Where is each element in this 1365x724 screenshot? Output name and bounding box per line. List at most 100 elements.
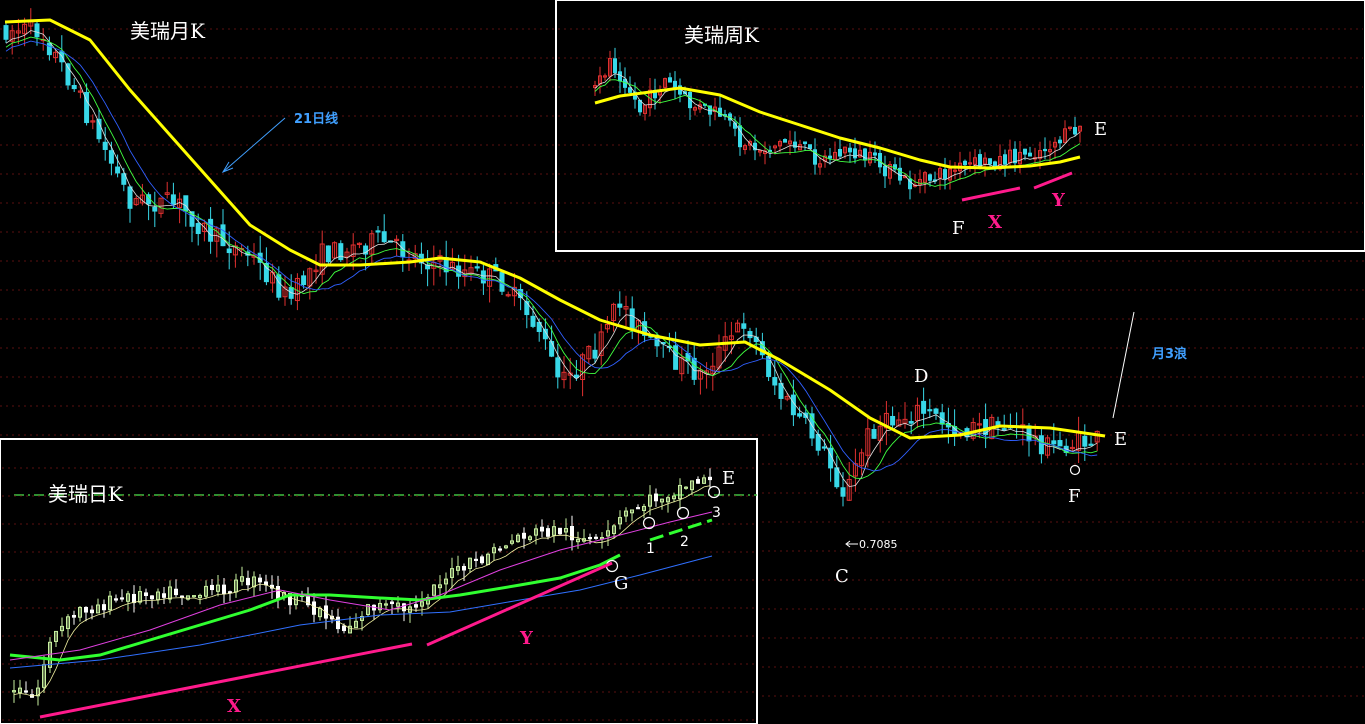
weekly-title: 美瑞周K: [684, 23, 760, 47]
weekly-candle-body: [943, 169, 947, 179]
daily-candle-body: [498, 548, 502, 551]
weekly-candle-body: [1073, 127, 1077, 135]
daily-candle-body: [114, 598, 118, 601]
weekly-candle-body: [978, 154, 982, 168]
monthly-candle-body: [908, 421, 914, 424]
daily-candle-body: [402, 603, 406, 612]
monthly-candle-body: [375, 230, 381, 233]
monthly-candle-body: [592, 349, 598, 359]
monthly-candle-body: [927, 409, 933, 412]
monthly-point-f-marker: [1069, 464, 1081, 476]
monthly-candle-body: [834, 467, 840, 488]
monthly-candle-body: [524, 301, 530, 316]
weekly-panel-frame: [555, 0, 1365, 252]
daily-candle-body: [654, 493, 658, 502]
daily-wave-x: X: [227, 696, 241, 717]
daily-candle-body: [174, 588, 178, 596]
monthly-candle-body: [108, 150, 114, 164]
low-price-label: 0.7085: [859, 538, 898, 551]
daily-label-2: 2: [680, 534, 689, 550]
chart-stage: 美瑞月K 21日线 月3浪 D E F C 0.7085 美瑞周K E F X …: [0, 0, 1365, 724]
monthly-candle-body: [170, 194, 176, 205]
weekly-wave-x: X: [988, 212, 1002, 233]
daily-point-e: E: [722, 468, 735, 489]
daily-candle-body: [558, 527, 562, 535]
monthly-candle-body: [102, 141, 108, 150]
daily-wave-y: Y: [519, 628, 534, 649]
monthly-candle-body: [325, 245, 331, 263]
monthly-title: 美瑞月K: [130, 19, 206, 43]
daily-candle-body: [24, 690, 28, 693]
daily-candle-body: [72, 614, 76, 618]
daily-candle-body: [696, 478, 700, 484]
monthly-candle-body: [276, 274, 282, 298]
monthly-candle-body: [821, 446, 827, 449]
monthly-candle-body: [747, 331, 753, 339]
monthly-candle-body: [301, 275, 307, 286]
monthly-candle-body: [772, 377, 778, 386]
daily-candle-body: [246, 577, 250, 586]
monthly-candle-body: [871, 429, 877, 439]
weekly-candle-body: [628, 87, 632, 93]
monthly-candle-body: [226, 248, 232, 254]
weekly-candle-body: [873, 152, 877, 156]
weekly-candle-body: [1058, 139, 1062, 144]
weekly-candle-body: [848, 147, 852, 153]
daily-candle-body: [414, 604, 418, 608]
daily-candle-body: [570, 525, 574, 541]
daily-candle-body: [462, 565, 466, 571]
weekly-wave-y: Y: [1051, 190, 1066, 211]
weekly-candle-body: [1013, 148, 1017, 164]
daily-candle-body: [342, 625, 346, 632]
monthly-candle-body: [474, 266, 480, 269]
wave3-pointer-line: [1112, 311, 1135, 419]
daily-candle-body: [144, 592, 148, 596]
ma21-label: 21日线: [294, 111, 338, 127]
monthly-candle-body: [933, 408, 939, 414]
monthly-candle-body: [127, 186, 133, 209]
monthly-candle-body: [629, 308, 635, 329]
daily-candle-body: [228, 591, 232, 594]
monthly-candle-body: [530, 315, 536, 327]
daily-candle-body: [588, 536, 592, 540]
daily-candle-body: [180, 595, 184, 598]
monthly-candle-body: [152, 206, 158, 212]
monthly-candle-body: [555, 357, 561, 378]
weekly-point-e: E: [1094, 119, 1107, 140]
monthly-candle-body: [338, 243, 344, 261]
weekly-candle-body: [808, 144, 812, 150]
weekly-candle-body: [838, 149, 842, 157]
weekly-candle-body: [1003, 154, 1007, 165]
daily-candle-body: [546, 528, 550, 537]
monthly-candle-body: [573, 374, 579, 379]
monthly-candle-body: [1082, 435, 1088, 447]
daily-label-1: 1: [646, 541, 655, 557]
weekly-candle-body: [668, 77, 672, 83]
ma21-pointer-arrow: [222, 117, 286, 173]
daily-label-3: 3: [712, 505, 721, 521]
daily-candle-body: [480, 556, 484, 564]
weekly-candle-body: [883, 165, 887, 177]
daily-candle-body: [540, 526, 544, 532]
daily-candle-body: [162, 593, 166, 598]
daily-candle-body: [264, 581, 268, 586]
monthly-candle-body: [480, 270, 486, 284]
monthly-candle-body: [741, 323, 747, 329]
weekly-point-f: F: [952, 218, 965, 239]
daily-candle-body: [84, 606, 88, 613]
monthly-candle-body: [1001, 428, 1007, 431]
monthly-candle-body: [71, 85, 77, 90]
monthly-candle-body: [220, 224, 226, 247]
daily-point-g: G: [614, 573, 628, 594]
daily-candle-body: [312, 601, 316, 615]
monthly-candle-body: [549, 341, 555, 357]
weekly-candle-body: [803, 141, 807, 145]
daily-candle-body: [120, 597, 124, 600]
weekly-chart-inset: [555, 0, 1365, 252]
weekly-candle-body: [928, 174, 932, 181]
monthly-candle-body: [1057, 440, 1063, 447]
monthly-candle-body: [115, 166, 121, 174]
weekly-candle-body: [1023, 148, 1027, 155]
weekly-candle-body: [878, 152, 882, 168]
weekly-candle-body: [988, 158, 992, 165]
